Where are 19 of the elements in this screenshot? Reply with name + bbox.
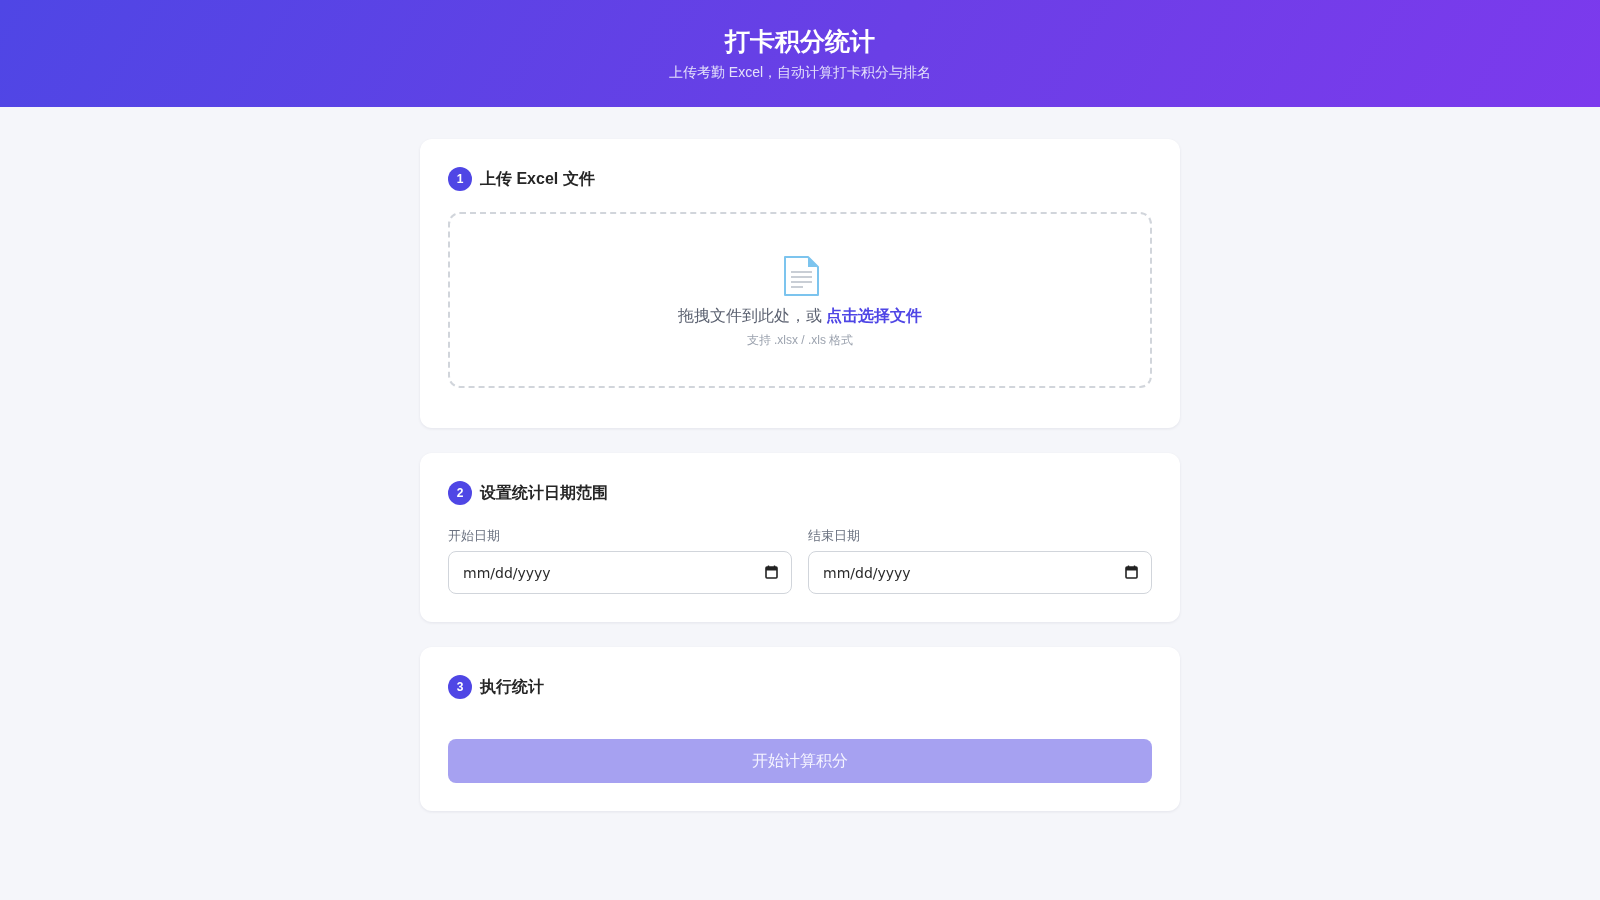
calendar-icon[interactable]	[765, 565, 778, 579]
step-title: 执行统计	[480, 677, 544, 697]
document-icon	[781, 255, 819, 296]
dropzone-prompt: 拖拽文件到此处，或 点击选择文件	[678, 305, 922, 326]
step-number-badge: 1	[448, 167, 472, 191]
step-title: 上传 Excel 文件	[480, 169, 595, 189]
page-title: 打卡积分统计	[725, 25, 875, 57]
date-label: 结束日期	[808, 527, 860, 545]
date-label: 开始日期	[448, 527, 500, 545]
calendar-icon[interactable]	[1125, 565, 1138, 579]
step-title: 设置统计日期范围	[480, 483, 608, 503]
date-input-field[interactable]: mm/dd/yyyy	[808, 551, 1152, 594]
date-input-field[interactable]: mm/dd/yyyy	[448, 551, 792, 594]
step-number-badge: 2	[448, 481, 472, 505]
step-number-badge: 3	[448, 675, 472, 699]
page-subtitle: 上传考勤 Excel，自动计算打卡积分与排名	[668, 62, 932, 82]
file-dropzone[interactable]: 拖拽文件到此处，或 点击选择文件 支持 .xlsx / .xls 格式	[448, 212, 1152, 388]
file-format-hint: 支持 .xlsx / .xls 格式	[746, 331, 854, 349]
select-file-link[interactable]: 点击选择文件	[826, 306, 922, 324]
